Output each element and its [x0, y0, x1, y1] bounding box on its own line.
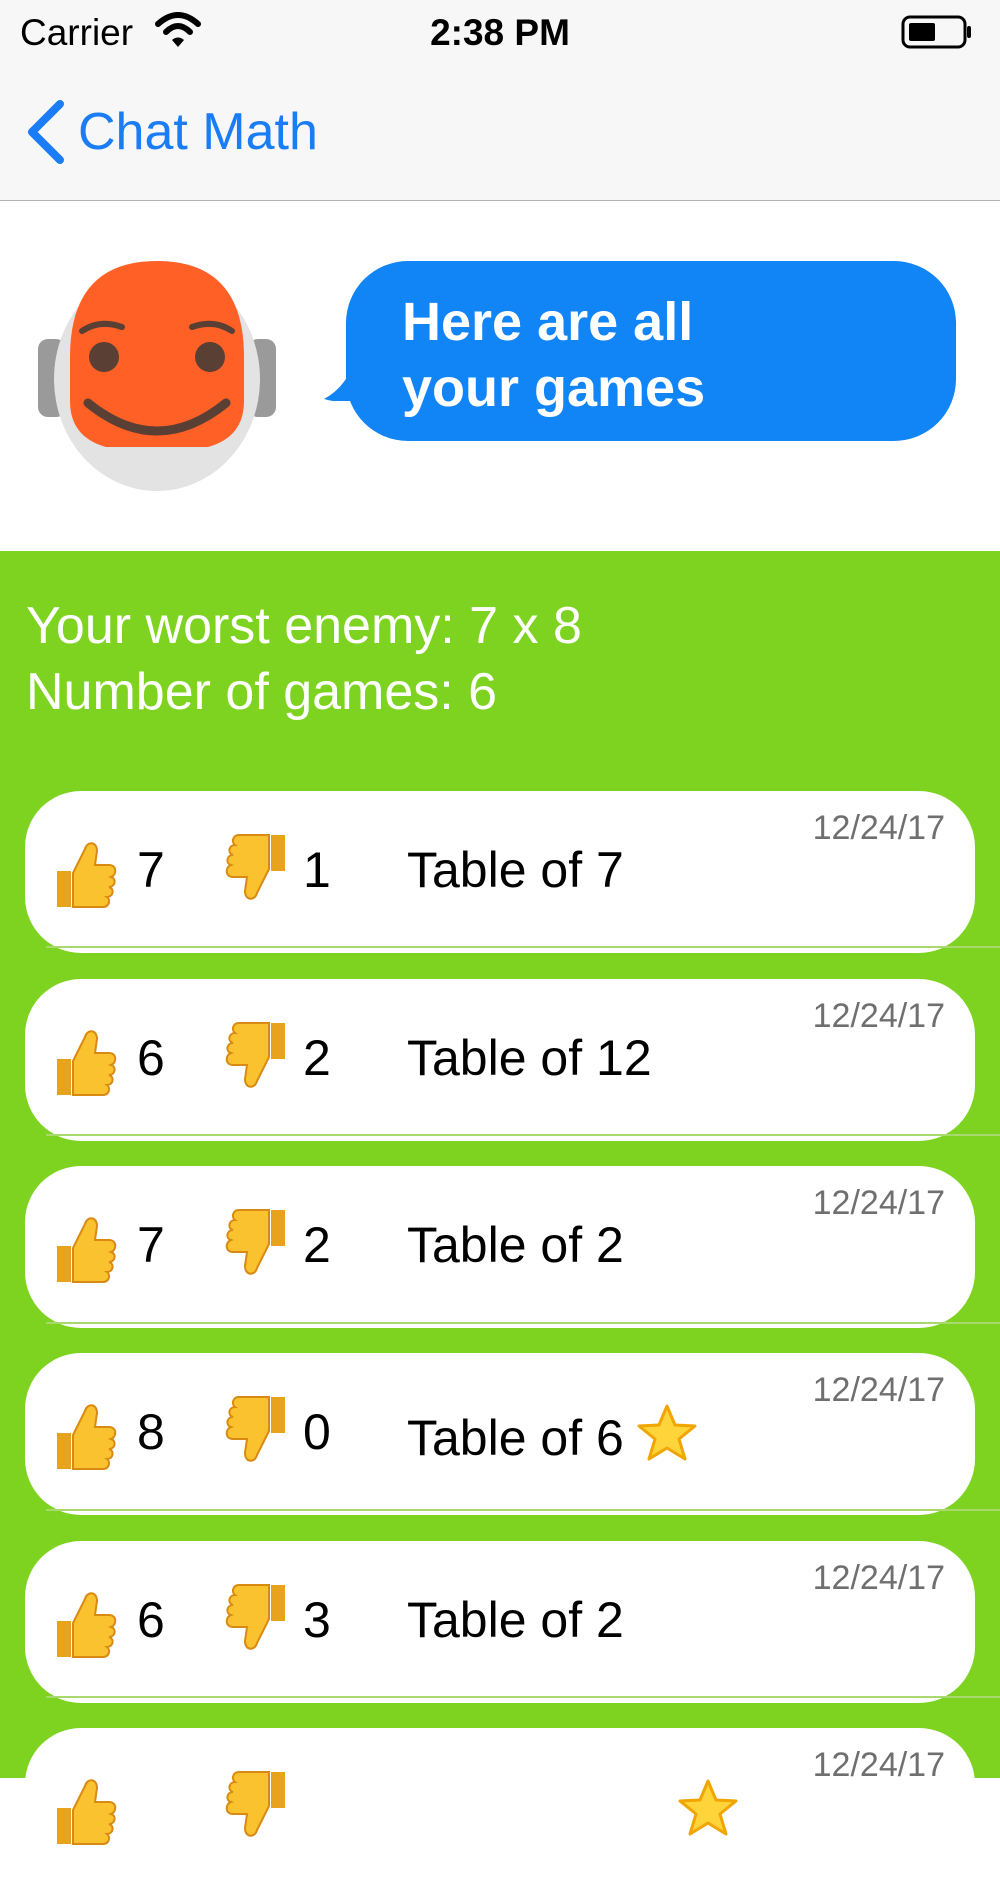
game-row[interactable]: 6 2 Table of 12 12/24/17 [25, 979, 975, 1141]
game-title-text: Table of 6 [407, 1410, 624, 1466]
thumbs-down-icon [225, 1393, 291, 1467]
game-date: 12/24/17 [812, 1184, 945, 1222]
back-button[interactable]: Chat Math [24, 94, 318, 170]
game-title [665, 1778, 739, 1842]
games-count-label: Number of games: 6 [26, 663, 498, 721]
correct-count: 6 [137, 1030, 165, 1086]
row-divider [46, 1696, 1000, 1698]
game-title-text: Table of 12 [407, 1030, 652, 1086]
message-line-2: your games [402, 358, 706, 418]
game-title: Table of 6 [407, 1403, 698, 1467]
thumbs-down-icon [225, 1581, 291, 1655]
game-date: 12/24/17 [812, 997, 945, 1035]
game-title: Table of 12 [407, 1029, 652, 1087]
game-date: 12/24/17 [812, 1746, 945, 1784]
thumbs-up-icon [51, 837, 117, 911]
thumbs-up-icon [51, 1025, 117, 1099]
games-summary: Your worst enemy: 7 x 8 Number of games:… [26, 593, 582, 725]
game-row[interactable]: 7 2 Table of 2 12/24/17 [25, 1166, 975, 1328]
wrong-count: 0 [303, 1404, 331, 1460]
chat-area: Here are all your games [0, 201, 1000, 551]
wrong-count: 2 [303, 1217, 331, 1273]
back-chevron-icon [28, 100, 64, 164]
thumbs-down-icon [225, 1019, 291, 1093]
games-panel: Your worst enemy: 7 x 8 Number of games:… [0, 551, 1000, 1890]
message-line-1: Here are all [402, 292, 694, 352]
row-divider [46, 946, 1000, 948]
game-row[interactable]: 6 3 Table of 2 12/24/17 [25, 1541, 975, 1703]
wrong-count: 2 [303, 1030, 331, 1086]
thumbs-down-icon [225, 831, 291, 905]
game-title-text: Table of 7 [407, 842, 624, 898]
correct-count: 8 [137, 1404, 165, 1460]
game-title: Table of 2 [407, 1216, 624, 1274]
robot-message-bubble: Here are all your games [346, 261, 956, 441]
row-divider [46, 1509, 1000, 1511]
correct-count: 7 [137, 842, 165, 898]
robot-avatar-icon [38, 261, 276, 491]
wrong-count: 3 [303, 1592, 331, 1648]
game-date: 12/24/17 [812, 809, 945, 847]
thumbs-up-icon [51, 1399, 117, 1473]
correct-count: 6 [137, 1592, 165, 1648]
game-row[interactable]: 8 0 Table of 6 12/24/17 [25, 1353, 975, 1515]
game-date: 12/24/17 [812, 1559, 945, 1597]
worst-enemy-label: Your worst enemy: 7 x 8 [26, 597, 582, 655]
thumbs-down-icon [225, 1206, 291, 1280]
game-row[interactable]: 12/24/17 [25, 1728, 975, 1890]
navigation-bar: Chat Math [0, 64, 1000, 201]
clock-label: 2:38 PM [430, 12, 570, 53]
battery-icon [901, 15, 971, 49]
game-row[interactable]: 7 1 Table of 7 12/24/17 [25, 791, 975, 953]
game-date: 12/24/17 [812, 1371, 945, 1409]
status-bar: Carrier 2:38 PM [0, 0, 1000, 64]
row-divider [46, 1322, 1000, 1324]
correct-count: 7 [137, 1217, 165, 1273]
thumbs-down-icon [225, 1768, 291, 1842]
game-title: Table of 7 [407, 841, 624, 899]
star-icon [677, 1778, 739, 1840]
back-button-label: Chat Math [78, 103, 318, 161]
thumbs-up-icon [51, 1587, 117, 1661]
thumbs-up-icon [51, 1212, 117, 1286]
game-title: Table of 2 [407, 1591, 624, 1649]
wrong-count: 1 [303, 842, 331, 898]
star-icon [636, 1403, 698, 1465]
thumbs-up-icon [51, 1774, 117, 1848]
row-divider [46, 1134, 1000, 1136]
game-title-text: Table of 2 [407, 1217, 624, 1273]
game-title-text: Table of 2 [407, 1592, 624, 1648]
